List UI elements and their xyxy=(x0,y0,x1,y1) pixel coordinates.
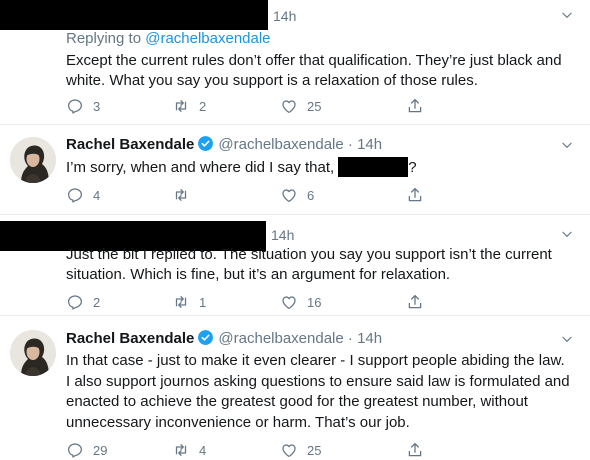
retweet-count: 2 xyxy=(199,98,207,114)
mention-link[interactable]: @rachelbaxendale xyxy=(145,30,270,47)
chevron-down-icon[interactable] xyxy=(560,227,574,241)
share-icon xyxy=(408,98,422,113)
reply-button[interactable]: 4 xyxy=(66,185,100,205)
retweet-count: 4 xyxy=(199,442,207,458)
retweet-button[interactable]: 1 xyxy=(172,292,206,312)
like-count: 16 xyxy=(307,294,322,310)
tweet[interactable]: 14h Just the bit I replied to. The situa… xyxy=(0,215,590,316)
reply-count: 2 xyxy=(93,294,101,310)
retweet-button[interactable]: 4 xyxy=(172,440,206,460)
tweet-header: Rachel Baxendale @rachelbaxendale · 14h xyxy=(66,135,382,155)
separator-dot: · xyxy=(347,330,353,347)
avatar[interactable] xyxy=(10,330,56,376)
tweet-text: In that case - just to make it even clea… xyxy=(66,351,576,433)
chevron-down-icon[interactable] xyxy=(560,8,574,22)
reply-icon xyxy=(67,188,83,203)
chevron-down-icon[interactable] xyxy=(560,138,574,152)
tweet-text-line: I also support journos asking questions … xyxy=(66,372,570,390)
share-button[interactable] xyxy=(406,185,424,205)
reply-button[interactable]: 2 xyxy=(66,292,100,312)
share-button[interactable] xyxy=(406,96,424,116)
tweet-text-line: Just the bit I replied to. The situation… xyxy=(66,246,552,263)
reply-icon xyxy=(67,99,83,114)
retweet-icon xyxy=(175,296,187,308)
replying-prefix: Replying to xyxy=(66,30,146,47)
tweet-header: Rachel Baxendale @rachelbaxendale · 14h xyxy=(66,329,382,349)
share-button[interactable] xyxy=(406,440,424,460)
author-name[interactable]: Rachel Baxendale xyxy=(66,136,194,153)
action-bar: 3 2 25 xyxy=(66,96,496,116)
action-bar: 2 1 16 xyxy=(66,292,496,312)
tweet-text-line: enacted to achieve the greatest good for… xyxy=(66,393,528,410)
verified-badge-icon xyxy=(198,330,214,345)
action-bar: 29 4 25 xyxy=(66,440,496,460)
tweet-text-line: situation. Which is fine, but it’s an ar… xyxy=(66,266,451,283)
tweet[interactable]: 14h Replying to @rachelbaxendale Except … xyxy=(0,0,590,125)
tweet-text-part: ? xyxy=(408,159,417,176)
like-button[interactable]: 6 xyxy=(280,185,314,205)
like-icon xyxy=(282,189,296,203)
avatar-photo xyxy=(10,330,56,376)
author-name[interactable]: Rachel Baxendale xyxy=(66,330,194,347)
share-button[interactable] xyxy=(406,292,424,312)
share-icon xyxy=(408,294,422,309)
tweet-time[interactable]: 14h xyxy=(357,136,382,153)
verified-badge-icon xyxy=(198,136,214,151)
share-icon xyxy=(408,187,422,202)
like-icon xyxy=(282,444,296,458)
author-handle[interactable]: @rachelbaxendale xyxy=(218,330,343,347)
retweet-button[interactable] xyxy=(172,185,199,205)
like-button[interactable]: 25 xyxy=(280,96,321,116)
reply-count: 3 xyxy=(93,98,101,114)
like-button[interactable]: 25 xyxy=(280,440,321,460)
tweet-text-part: I’m sorry, when and where did I say that… xyxy=(66,159,335,176)
reply-icon xyxy=(67,295,83,310)
tweet-text: Just the bit I replied to. The situation… xyxy=(66,245,576,285)
tweet-text: I’m sorry, when and where did I say that… xyxy=(66,157,576,178)
like-button[interactable]: 16 xyxy=(280,292,321,312)
tweet-text-line: white. What you say you support is a rel… xyxy=(66,72,478,89)
reply-button[interactable]: 29 xyxy=(66,440,107,460)
tweet-time[interactable]: 14h xyxy=(273,8,296,24)
like-count: 25 xyxy=(307,98,322,114)
tweet-time[interactable]: 14h xyxy=(271,227,294,243)
share-icon xyxy=(408,442,422,457)
tweet-text-line: Except the current rules don’t offer tha… xyxy=(66,52,562,69)
avatar-photo xyxy=(10,137,56,183)
retweet-icon xyxy=(175,100,187,112)
redacted-name xyxy=(338,157,409,177)
like-icon xyxy=(282,100,296,114)
retweet-count: 1 xyxy=(199,294,207,310)
avatar[interactable] xyxy=(10,137,56,183)
reply-button[interactable]: 3 xyxy=(66,96,100,116)
reply-icon xyxy=(67,443,83,458)
chevron-down-icon[interactable] xyxy=(560,332,574,346)
tweet[interactable]: Rachel Baxendale @rachelbaxendale · 14h I… xyxy=(0,125,590,215)
action-bar: 4 6 xyxy=(66,185,496,205)
redacted-author xyxy=(0,0,268,30)
replying-to: Replying to @rachelbaxendale xyxy=(66,30,271,47)
retweet-button[interactable]: 2 xyxy=(172,96,206,116)
tweet-time[interactable]: 14h xyxy=(357,330,382,347)
tweet[interactable]: Rachel Baxendale @rachelbaxendale · 14h I… xyxy=(0,316,590,460)
retweet-icon xyxy=(175,189,187,201)
separator-dot: · xyxy=(347,136,353,153)
tweet-text-line: In that case - just to make it even clea… xyxy=(66,352,565,369)
reply-count: 29 xyxy=(93,442,108,458)
like-count: 6 xyxy=(307,187,315,203)
reply-count: 4 xyxy=(93,187,101,203)
author-handle[interactable]: @rachelbaxendale xyxy=(218,136,343,153)
tweet-text: Except the current rules don’t offer tha… xyxy=(66,51,576,91)
retweet-icon xyxy=(175,444,187,456)
like-icon xyxy=(282,296,296,310)
like-count: 25 xyxy=(307,442,322,458)
tweet-text-line: unnecessary inconvenience or harm. That’… xyxy=(66,413,410,431)
